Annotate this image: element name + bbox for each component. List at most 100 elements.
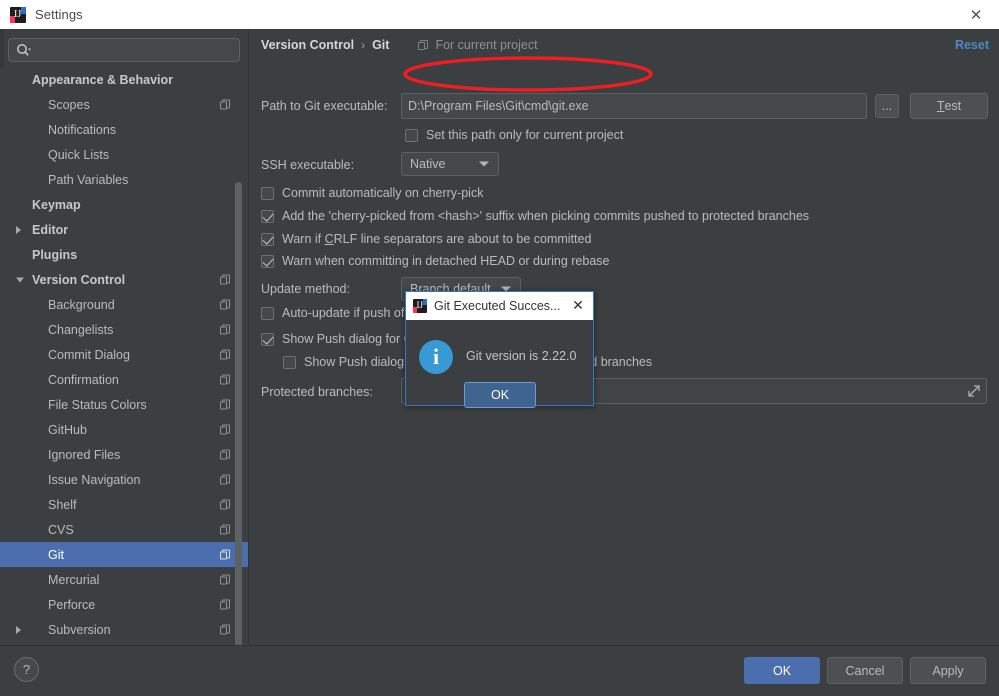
add-cherrypicked-suffix-label: Add the 'cherry-picked from <hash>' suff… — [282, 209, 810, 223]
sidebar-scrollbar-thumb[interactable] — [235, 182, 242, 645]
settings-window: IJ Settings ✕ Appearance & Behavior Scope… — [0, 0, 999, 696]
update-method-label: Update method: — [261, 282, 350, 296]
copy-icon — [220, 549, 231, 560]
copy-icon — [220, 374, 231, 385]
show-push-dialog-checkbox[interactable] — [261, 332, 274, 346]
sidebar-item-perforce[interactable]: Perforce — [0, 592, 248, 617]
sidebar-item-quick-lists[interactable]: Quick Lists — [0, 142, 248, 167]
sidebar-item-label: Plugins — [32, 247, 78, 262]
copy-icon — [220, 524, 231, 535]
expand-icon[interactable] — [967, 384, 981, 398]
help-button[interactable]: ? — [14, 657, 39, 682]
sidebar-item-issue-navigation[interactable]: Issue Navigation — [0, 467, 248, 492]
sidebar-item-label: Scopes — [48, 97, 90, 112]
show-push-dialog-protected-checkbox[interactable] — [283, 355, 296, 369]
warn-crlf-row[interactable]: Warn if CRLF line separators are about t… — [261, 232, 591, 246]
sidebar-item-label: Commit Dialog — [48, 347, 130, 362]
sidebar-item-label: Editor — [32, 222, 69, 237]
breadcrumb-separator: › — [361, 38, 366, 52]
sidebar-item-file-status-colors[interactable]: File Status Colors — [0, 392, 248, 417]
add-cherrypicked-suffix-row[interactable]: Add the 'cherry-picked from <hash>' suff… — [261, 209, 809, 223]
copy-icon — [220, 499, 231, 510]
sidebar-item-git[interactable]: Git — [0, 542, 248, 567]
close-icon[interactable]: ✕ — [953, 0, 999, 29]
dialog-title: Git Executed Succes... — [434, 299, 561, 313]
sidebar-item-label: Git — [48, 547, 64, 562]
sidebar-item-appearance-behavior[interactable]: Appearance & Behavior — [0, 67, 248, 92]
sidebar-item-plugins[interactable]: Plugins — [0, 242, 248, 267]
search-input[interactable] — [8, 38, 240, 62]
chevron-right-icon[interactable] — [16, 625, 21, 634]
info-icon: i — [419, 340, 453, 374]
sidebar-item-subversion[interactable]: Subversion — [0, 617, 248, 642]
sidebar-item-label: Quick Lists — [48, 147, 110, 162]
sidebar-item-editor[interactable]: Editor — [0, 217, 248, 242]
dialog-ok-button[interactable]: OK — [464, 382, 536, 408]
set-path-only-checkbox[interactable] — [405, 128, 418, 142]
auto-update-push-checkbox[interactable] — [261, 306, 274, 320]
sidebar-item-background[interactable]: Background — [0, 292, 248, 317]
copy-icon — [418, 39, 429, 51]
copy-icon — [220, 449, 231, 460]
ssh-executable-value: Native — [410, 157, 446, 171]
set-path-only-label: Set this path only for current project — [426, 128, 624, 142]
apply-button[interactable]: Apply — [910, 657, 986, 684]
commit-auto-cherrypick-checkbox[interactable] — [261, 186, 274, 200]
close-icon[interactable]: ✕ — [569, 296, 587, 314]
ssh-executable-select[interactable]: Native — [401, 152, 499, 176]
sidebar-item-confirmation[interactable]: Confirmation — [0, 367, 248, 392]
reset-link[interactable]: Reset — [955, 38, 989, 52]
sidebar-item-label: Changelists — [48, 322, 114, 337]
cancel-button[interactable]: Cancel — [827, 657, 903, 684]
copy-icon — [220, 599, 231, 610]
sidebar-item-label: Issue Navigation — [48, 472, 141, 487]
sidebar-item-scopes[interactable]: Scopes — [0, 92, 248, 117]
sidebar-item-label: Appearance & Behavior — [32, 72, 174, 87]
sidebar-item-path-variables[interactable]: Path Variables — [0, 167, 248, 192]
copy-icon — [220, 424, 231, 435]
sidebar-item-github[interactable]: GitHub — [0, 417, 248, 442]
sidebar-item-label: Background — [48, 297, 115, 312]
copy-icon — [220, 324, 231, 335]
sidebar-item-label: File Status Colors — [48, 397, 147, 412]
settings-sidebar[interactable]: Appearance & Behavior Scopes Notifications… — [0, 67, 248, 645]
sidebar-item-notifications[interactable]: Notifications — [0, 117, 248, 142]
sidebar-item-label: Notifications — [48, 122, 117, 137]
warn-detached-head-label: Warn when committing in detached HEAD or… — [282, 254, 610, 268]
git-settings-panel: Version Control › Git For current projec… — [249, 29, 999, 645]
dialog-message: Git version is 2.22.0 — [466, 349, 577, 363]
sidebar-item-version-control[interactable]: Version Control — [0, 267, 248, 292]
chevron-down-icon — [479, 161, 489, 167]
add-cherrypicked-suffix-checkbox[interactable] — [261, 209, 274, 223]
copy-icon — [220, 574, 231, 585]
chevron-down-icon[interactable] — [16, 277, 24, 282]
dialog-title-bar: IJ Git Executed Succes... ✕ — [406, 292, 593, 320]
sidebar-scrollbar-track[interactable] — [235, 67, 245, 645]
sidebar-item-mercurial[interactable]: Mercurial — [0, 567, 248, 592]
ok-button[interactable]: OK — [744, 657, 820, 684]
warn-crlf-checkbox[interactable] — [261, 232, 274, 246]
dialog-body: i Git version is 2.22.0 OK — [406, 320, 593, 408]
set-path-only-checkbox-row[interactable]: Set this path only for current project — [405, 128, 623, 142]
sidebar-item-keymap[interactable]: Keymap — [0, 192, 248, 217]
ssh-executable-label: SSH executable: — [261, 158, 355, 172]
sidebar-item-label: Mercurial — [48, 572, 100, 587]
protected-branches-label: Protected branches: — [261, 385, 373, 399]
copy-icon — [220, 349, 231, 360]
sidebar-item-commit-dialog[interactable]: Commit Dialog — [0, 342, 248, 367]
copy-icon — [220, 274, 231, 285]
test-git-button[interactable]: Test — [910, 93, 988, 119]
commit-auto-cherrypick-row[interactable]: Commit automatically on cherry-pick — [261, 186, 483, 200]
chevron-right-icon[interactable] — [16, 225, 21, 234]
sidebar-item-cvs[interactable]: CVS — [0, 517, 248, 542]
browse-git-path-button[interactable]: ... — [875, 94, 899, 118]
sidebar-item-changelists[interactable]: Changelists — [0, 317, 248, 342]
commit-auto-cherrypick-label: Commit automatically on cherry-pick — [282, 186, 484, 200]
warn-detached-head-row[interactable]: Warn when committing in detached HEAD or… — [261, 254, 609, 268]
warn-detached-head-checkbox[interactable] — [261, 254, 274, 268]
breadcrumb-parent[interactable]: Version Control — [261, 38, 354, 52]
copy-icon — [220, 474, 231, 485]
git-path-input[interactable]: D:\Program Files\Git\cmd\git.exe — [401, 93, 867, 119]
sidebar-item-shelf[interactable]: Shelf — [0, 492, 248, 517]
sidebar-item-ignored-files[interactable]: Ignored Files — [0, 442, 248, 467]
